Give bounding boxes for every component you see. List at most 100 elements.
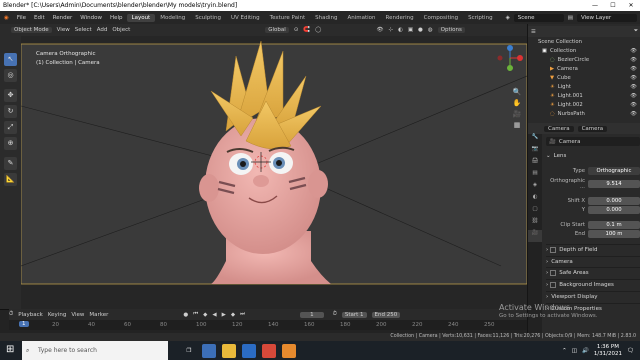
file-explorer-icon[interactable] [222, 343, 236, 358]
xray-icon[interactable]: ▣ [408, 27, 413, 33]
visibility-eye-icon[interactable]: 👁 [630, 48, 640, 54]
zoom-icon[interactable]: 🔍 [512, 88, 522, 99]
viewport-display-panel[interactable]: › Viewport Display [546, 291, 640, 301]
menu-file[interactable]: File [13, 15, 30, 21]
options-dropdown[interactable]: Options [437, 27, 465, 33]
ortho-scale-field[interactable]: 9.514 [588, 179, 640, 188]
playback-menu[interactable]: Playback [18, 312, 43, 318]
visibility-icon[interactable]: 👁 [376, 27, 383, 33]
menu-help[interactable]: Help [106, 15, 127, 21]
visibility-eye-icon[interactable]: 👁 [630, 84, 640, 90]
visibility-eye-icon[interactable]: 👁 [630, 102, 640, 108]
outliner-item-nurbspath[interactable]: ◌ NurbsPath 👁 [528, 109, 640, 118]
select-tool-icon[interactable]: ↖ [4, 53, 17, 66]
transform-tool-icon[interactable]: ⊕ [4, 137, 17, 150]
overlay-icon[interactable]: ◐ [398, 27, 403, 33]
visibility-eye-icon[interactable]: 👁 [630, 93, 640, 99]
tab-animation[interactable]: Animation [342, 14, 380, 22]
network-icon[interactable]: ◫ [572, 348, 577, 354]
playhead[interactable]: 1 [19, 321, 29, 327]
minimize-button[interactable]: — [586, 2, 604, 9]
volume-icon[interactable]: 🔊 [582, 348, 589, 354]
gizmo-icon[interactable]: ⊹ [388, 27, 393, 33]
view-layer-field[interactable]: View Layer [577, 13, 637, 22]
tab-shading[interactable]: Shading [310, 14, 342, 22]
view-layer-tab-icon[interactable]: ▤ [528, 170, 542, 182]
outliner-scene-collection[interactable]: Scene Collection [528, 37, 640, 46]
outliner-item-cube[interactable]: ▼ Cube 👁 [528, 73, 640, 82]
background-images-panel[interactable]: › Background Images [546, 279, 640, 289]
object-mode-dropdown[interactable]: Object Mode [11, 27, 52, 33]
add-menu[interactable]: Add [97, 27, 108, 33]
camera-view-icon[interactable]: 🎥 [512, 110, 522, 121]
view-menu-timeline[interactable]: View [71, 312, 84, 318]
measure-tool-icon[interactable]: 📐 [4, 173, 17, 186]
proportional-edit-icon[interactable]: ◯ [315, 27, 321, 33]
snap-icon[interactable]: 🧲 [303, 27, 310, 33]
visibility-eye-icon[interactable]: 👁 [630, 111, 640, 117]
start-field[interactable]: Start 1 [341, 311, 367, 318]
jump-end-icon[interactable]: ⏭ [240, 311, 245, 318]
shift-x-field[interactable]: 0.000 [588, 196, 640, 205]
next-key-icon[interactable]: ◆ [231, 312, 235, 318]
view-menu[interactable]: View [57, 27, 70, 33]
tab-uv-editing[interactable]: UV Editing [226, 14, 265, 22]
visibility-eye-icon[interactable]: 👁 [630, 57, 640, 63]
notification-icon[interactable]: 🗨 [627, 348, 634, 354]
tab-layout[interactable]: Layout [126, 13, 156, 22]
cursor-tool-icon[interactable]: ◎ [4, 69, 17, 82]
clock[interactable]: 1:36 PM 1/31/2021 [594, 344, 622, 358]
close-button[interactable]: ✕ [622, 2, 640, 9]
windows-start-icon[interactable]: ⊞ [6, 344, 14, 355]
tab-scripting[interactable]: Scripting [463, 14, 497, 22]
tool-tab-icon[interactable]: 🔧 [528, 134, 542, 146]
render-tab-icon[interactable]: 📷 [528, 146, 542, 158]
object-menu[interactable]: Object [112, 27, 130, 33]
shading-solid-icon[interactable]: ● [418, 27, 423, 33]
maximize-button[interactable]: ☐ [604, 2, 622, 9]
pivot-icon[interactable]: ⊙ [294, 27, 299, 33]
properties-tab-data[interactable]: Camera [577, 125, 608, 132]
shading-material-icon[interactable]: ◍ [428, 27, 433, 33]
record-icon[interactable]: ● [183, 312, 188, 318]
keying-menu[interactable]: Keying [48, 312, 66, 318]
timeline-editor-icon[interactable]: ⏱ [9, 311, 13, 318]
visibility-eye-icon[interactable]: 👁 [630, 66, 640, 72]
grid-view-icon[interactable]: ▦ [512, 121, 522, 132]
scene-tab-icon[interactable]: ◈ [528, 182, 542, 194]
constraints-tab-icon[interactable]: ⛓ [528, 218, 542, 230]
menu-render[interactable]: Render [49, 15, 77, 21]
prev-key-icon[interactable]: ◆ [203, 312, 207, 318]
rotate-tool-icon[interactable]: ↻ [4, 105, 17, 118]
outliner-item-beziercircle[interactable]: ◌ BezierCircle 👁 [528, 55, 640, 64]
outliner-item-collection[interactable]: ▣ Collection 👁 [528, 46, 640, 55]
play-icon[interactable]: ▶ [222, 312, 226, 318]
visibility-eye-icon[interactable]: 👁 [630, 75, 640, 81]
menu-edit[interactable]: Edit [30, 15, 49, 21]
navigation-gizmo[interactable] [496, 44, 524, 84]
output-tab-icon[interactable]: 🖨 [528, 158, 542, 170]
current-frame-field[interactable]: 1 [300, 311, 324, 318]
lens-type-dropdown[interactable]: Orthographic [588, 166, 640, 175]
camera-panel[interactable]: › Camera [546, 256, 640, 266]
mail-icon[interactable] [262, 343, 276, 358]
select-menu[interactable]: Select [75, 27, 92, 33]
scene-field[interactable]: Scene [513, 13, 564, 22]
blender-logo-icon[interactable]: ◉ [0, 15, 13, 21]
timeline-ruler[interactable]: 1 20 40 60 80 100 120 140 160 180 200 22… [9, 320, 527, 330]
preview-range-icon[interactable]: ⏱ [333, 311, 337, 318]
clip-end-field[interactable]: 100 m [588, 229, 640, 238]
view-layer-icon[interactable]: ▤ [568, 15, 573, 21]
tab-compositing[interactable]: Compositing [419, 14, 463, 22]
3d-viewport[interactable] [21, 36, 527, 309]
object-tab-icon[interactable]: ▢ [528, 206, 542, 218]
outliner-item-light-002[interactable]: ☀ Light.002 👁 [528, 100, 640, 109]
outliner-item-light-001[interactable]: ☀ Light.001 👁 [528, 91, 640, 100]
menu-window[interactable]: Window [76, 15, 106, 21]
blender-taskbar-icon[interactable] [282, 343, 296, 358]
safe-areas-panel[interactable]: › Safe Areas [546, 267, 640, 277]
tab-sculpting[interactable]: Sculpting [190, 14, 226, 22]
camera-data-tab-icon[interactable]: 🎥 [528, 230, 542, 242]
outliner-icon[interactable]: ☰ [528, 29, 536, 35]
tab-modeling[interactable]: Modeling [155, 14, 190, 22]
